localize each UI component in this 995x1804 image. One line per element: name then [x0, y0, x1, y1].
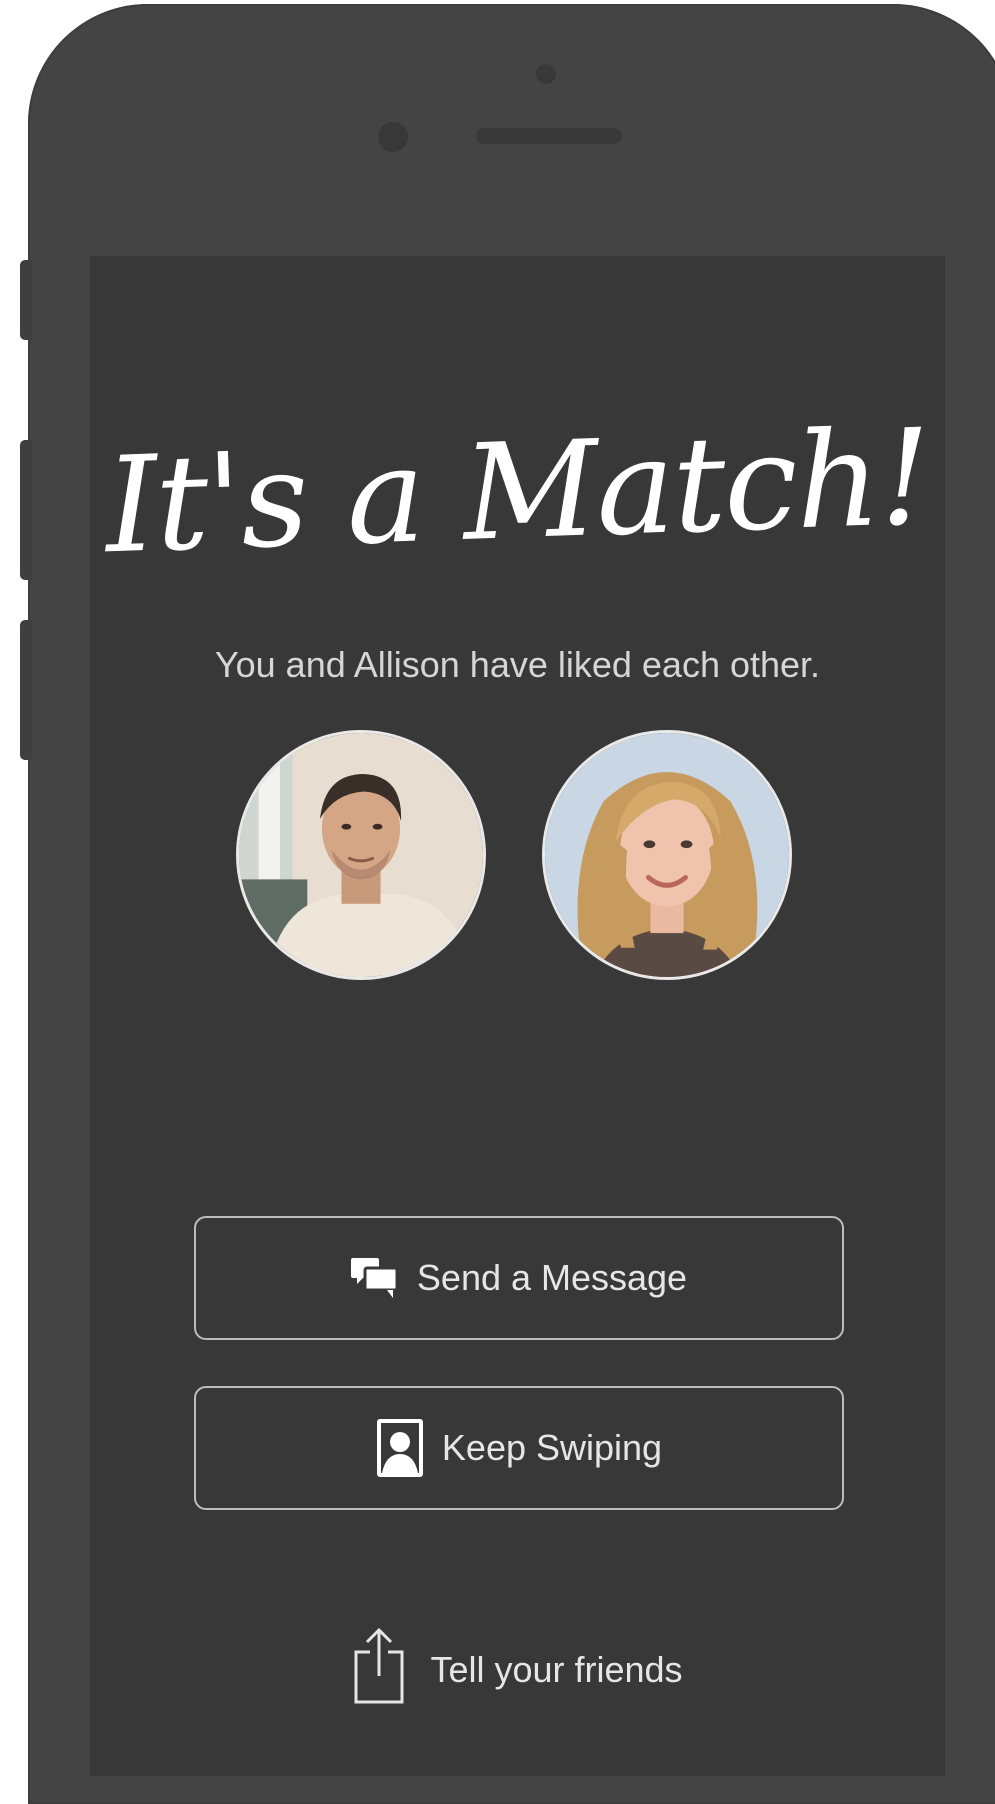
user-avatar-image	[239, 733, 483, 977]
share-icon	[352, 1626, 406, 1713]
match-headline: It's a Match!	[102, 400, 933, 584]
keep-swiping-label: Keep Swiping	[441, 1427, 663, 1468]
match-subtitle: You and Allison have liked each other.	[214, 644, 821, 685]
user-avatar	[236, 730, 486, 980]
volume-up-button	[20, 440, 32, 580]
send-message-label: Send a Message	[416, 1257, 688, 1298]
tell-friends-label: Tell your friends	[430, 1648, 683, 1690]
earpiece-speaker	[476, 128, 622, 144]
match-avatar-image	[545, 733, 789, 977]
match-screen: It's a Match! You and Allison have liked…	[90, 256, 945, 1776]
match-avatar	[542, 730, 792, 980]
mute-switch	[20, 260, 32, 340]
chat-bubbles-icon	[350, 1256, 399, 1300]
tell-friends-link[interactable]: Tell your friends	[90, 1626, 945, 1713]
person-card-icon	[376, 1418, 424, 1478]
volume-down-button	[20, 620, 32, 760]
keep-swiping-button[interactable]: Keep Swiping	[194, 1386, 844, 1510]
proximity-sensor	[536, 64, 556, 84]
send-message-button[interactable]: Send a Message	[194, 1216, 844, 1340]
front-camera	[378, 122, 408, 152]
